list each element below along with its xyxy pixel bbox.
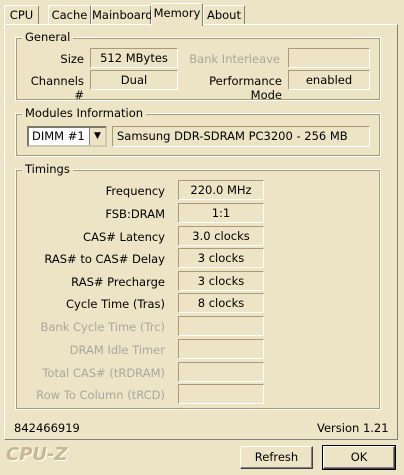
frequency-value: 220.0 MHz	[178, 180, 264, 200]
timings-title: Timings	[22, 162, 73, 176]
version-text: Version 1.21	[317, 421, 389, 435]
row-to-col-value	[178, 384, 264, 404]
dimm-select-value: DIMM #1	[32, 129, 85, 143]
dram-idle-label: DRAM Idle Timer	[69, 343, 165, 357]
cycle-time-value: 8 clocks	[178, 293, 264, 313]
performance-mode-label: Performance Mode	[209, 74, 282, 102]
ras-precharge-value: 3 clocks	[178, 271, 264, 291]
total-cas-label: Total CAS# (tRDRAM)	[42, 366, 165, 380]
total-cas-value	[178, 362, 264, 382]
cas-latency-label: CAS# Latency	[83, 230, 165, 244]
size-label: Size	[60, 52, 84, 66]
tab-memory[interactable]: Memory	[151, 3, 203, 26]
ras-to-cas-label: RAS# to CAS# Delay	[44, 252, 165, 266]
channels-value: Dual	[90, 70, 178, 90]
ras-precharge-label: RAS# Precharge	[71, 275, 165, 289]
fsb-dram-label: FSB:DRAM	[105, 207, 165, 221]
bank-cycle-value	[178, 316, 264, 336]
tab-cache[interactable]: Cache	[48, 5, 91, 25]
cpu-z-logo: CPU-Z	[6, 444, 68, 465]
general-title: General	[22, 30, 74, 44]
cycle-time-label: Cycle Time (Tras)	[66, 297, 165, 311]
module-description: Samsung DDR-SDRAM PC3200 - 256 MB	[112, 126, 370, 147]
frequency-label: Frequency	[105, 184, 165, 198]
chevron-down-icon[interactable]: ▼	[89, 128, 105, 145]
tab-cpu[interactable]: CPU	[4, 5, 39, 25]
dram-idle-value	[178, 339, 264, 359]
bank-interleave-label: Bank Interleave	[189, 52, 280, 66]
refresh-button[interactable]: Refresh	[240, 446, 313, 469]
validation-id: 842466919	[14, 421, 80, 435]
bank-cycle-label: Bank Cycle Time (Trc)	[40, 320, 165, 334]
tab-about[interactable]: About	[203, 5, 245, 25]
ras-to-cas-value: 3 clocks	[178, 248, 264, 268]
performance-mode-value: enabled	[288, 70, 370, 90]
modules-title: Modules Information	[22, 106, 147, 120]
tab-mainboard[interactable]: Mainboard	[91, 5, 153, 25]
ok-button[interactable]: OK	[322, 445, 396, 470]
row-to-col-label: Row To Column (tRCD)	[36, 388, 165, 402]
size-value: 512 MBytes	[90, 48, 178, 68]
bank-interleave-value	[288, 48, 370, 68]
dimm-select[interactable]: DIMM #1 ▼	[27, 126, 107, 147]
cas-latency-value: 3.0 clocks	[178, 226, 264, 246]
fsb-dram-value: 1:1	[178, 203, 264, 223]
channels-label: Channels #	[30, 74, 84, 102]
